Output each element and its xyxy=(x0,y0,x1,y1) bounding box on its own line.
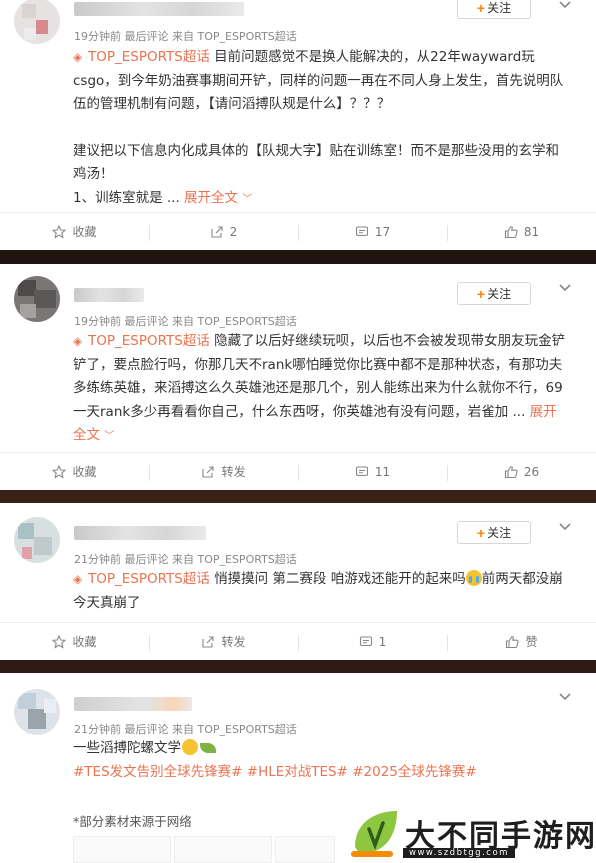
star-icon xyxy=(52,224,67,239)
comment-button[interactable]: 11 xyxy=(298,453,447,490)
footnote: *部分素材来源于网络 xyxy=(73,814,192,829)
topic-diamond-icon: ◈ xyxy=(73,572,83,586)
username[interactable] xyxy=(74,697,192,711)
chevron-down-icon[interactable] xyxy=(558,692,572,702)
share-button[interactable]: 转发 xyxy=(149,623,298,660)
watermark-logo: 大不同手游网 www.szdbtgg.com xyxy=(343,805,596,863)
watermark-url: www.szdbtgg.com xyxy=(403,848,515,858)
like-icon xyxy=(506,635,520,648)
chevron-down-icon[interactable] xyxy=(558,283,572,293)
crying-emoji-icon xyxy=(465,570,482,586)
avatar[interactable] xyxy=(14,0,60,44)
like-icon xyxy=(504,465,518,478)
share-icon xyxy=(202,635,215,648)
follow-button[interactable]: + 关注 xyxy=(457,521,531,544)
sad-emoji-icon xyxy=(182,739,198,755)
plus-icon: + xyxy=(476,524,486,541)
post-meta: 19分钟前 最后评论 来自 TOP_ESPORTS超话 xyxy=(74,30,297,43)
comment-button[interactable]: 1 xyxy=(298,623,447,660)
star-icon xyxy=(52,464,67,479)
image-thumbnail[interactable] xyxy=(174,836,272,863)
post-meta: 19分钟前 最后评论 来自 TOP_ESPORTS超话 xyxy=(74,315,297,328)
username[interactable] xyxy=(74,288,144,302)
hashtag-links[interactable]: #TES发文告别全球先锋赛# #HLE对战TES# #2025全球先锋赛# xyxy=(73,761,569,785)
favorite-button[interactable]: 收藏 xyxy=(0,623,149,660)
post-body: ◈ TOP_ESPORTS超话 目前问题感觉不是换人能解决的，从22年waywar… xyxy=(73,46,569,211)
plus-icon: + xyxy=(476,0,486,16)
chevron-down-icon[interactable] xyxy=(558,0,572,10)
avatar[interactable] xyxy=(14,689,60,735)
expand-link[interactable]: 展开全文 ﹀ xyxy=(184,190,252,206)
username[interactable] xyxy=(74,526,206,540)
post-body: ◈ TOP_ESPORTS超话 悄摸摸问 第二赛段 咱游戏还能开的起来吗 前两天都没… xyxy=(73,568,569,615)
share-button[interactable]: 转发 xyxy=(149,453,298,490)
favorite-button[interactable]: 收藏 xyxy=(0,453,149,490)
topic-link[interactable]: TOP_ESPORTS超话 xyxy=(88,571,210,587)
post-card: 19分钟前 最后评论 来自 TOP_ESPORTS超话 + 关注 ◈ TOP_ES… xyxy=(0,264,596,490)
post-paragraph: 建议把以下信息内化成具体的【队规大字】贴在训练室！而不是那些没用的玄学和鸡汤！ xyxy=(73,142,559,183)
image-thumbnail[interactable] xyxy=(275,836,335,863)
share-button[interactable]: 2 xyxy=(149,213,298,250)
action-bar: 收藏 转发 1 赞 xyxy=(0,622,596,660)
topic-link[interactable]: TOP_ESPORTS超话 xyxy=(88,49,210,65)
comment-button[interactable]: 17 xyxy=(298,213,447,250)
chevron-down-icon: ﹀ xyxy=(242,193,253,205)
like-button[interactable]: 81 xyxy=(447,213,596,250)
username[interactable] xyxy=(74,2,244,16)
comment-icon xyxy=(355,465,368,476)
post-card: 19分钟前 最后评论 来自 TOP_ESPORTS超话 + 关注 ◈ TOP_ES… xyxy=(0,0,596,250)
image-thumbnail[interactable] xyxy=(73,836,171,863)
share-icon xyxy=(211,225,223,238)
follow-button[interactable]: + 关注 xyxy=(457,0,531,19)
follow-button[interactable]: + 关注 xyxy=(457,282,531,305)
post-body: 一些滔搏陀螺文学 #TES发文告别全球先锋赛# #HLE对战TES# #2025… xyxy=(73,737,569,784)
chevron-down-icon: ﹀ xyxy=(104,431,115,442)
avatar[interactable] xyxy=(14,517,60,563)
topic-diamond-icon: ◈ xyxy=(73,50,83,64)
leaf-logo-icon xyxy=(351,811,397,857)
action-bar: 收藏 2 17 81 xyxy=(0,212,596,250)
star-icon xyxy=(52,634,67,649)
comment-icon xyxy=(355,225,368,236)
like-button[interactable]: 26 xyxy=(447,453,596,490)
post-card: 21分钟前 最后评论 来自 TOP_ESPORTS超话 + 关注 ◈ TOP_ES… xyxy=(0,503,596,660)
share-icon xyxy=(202,465,215,478)
comment-icon xyxy=(359,635,372,646)
like-button[interactable]: 赞 xyxy=(447,623,596,660)
topic-link[interactable]: TOP_ESPORTS超话 xyxy=(88,333,210,349)
chevron-down-icon[interactable] xyxy=(558,522,572,532)
topic-diamond-icon: ◈ xyxy=(73,334,83,348)
post-meta: 21分钟前 最后评论 来自 TOP_ESPORTS超话 xyxy=(74,553,297,566)
like-icon xyxy=(504,225,518,238)
post-meta: 21分钟前 最后评论 来自 TOP_ESPORTS超话 xyxy=(74,723,297,736)
action-bar: 收藏 转发 11 26 xyxy=(0,452,596,490)
plus-icon: + xyxy=(476,285,486,302)
post-body: ◈ TOP_ESPORTS超话 隐藏了以后好继续玩呗，以后也不会被发现带女朋友玩金… xyxy=(73,330,569,449)
avatar[interactable] xyxy=(14,276,60,322)
favorite-button[interactable]: 收藏 xyxy=(0,213,149,250)
leaf-emoji-icon xyxy=(200,743,216,753)
